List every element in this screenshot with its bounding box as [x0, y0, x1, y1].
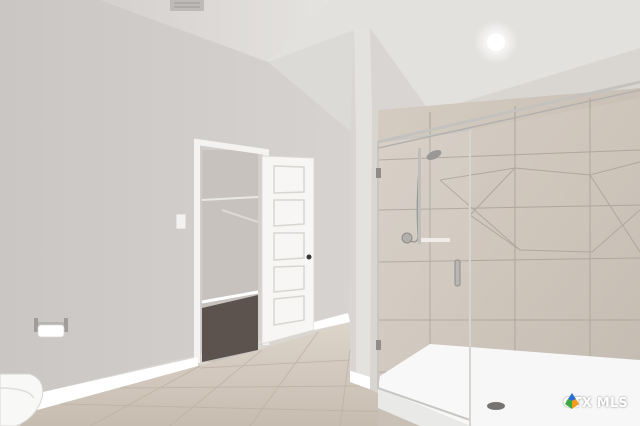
ctx-mls-logo-icon [565, 393, 580, 409]
closet-door [261, 155, 315, 345]
toilet-paper-roll [37, 324, 65, 338]
bathroom-scene [0, 0, 640, 426]
light-switch-plate [175, 213, 187, 230]
bathroom-photo: CTX MLS [0, 0, 640, 426]
door-knob [306, 254, 312, 260]
shower-door-handle [454, 259, 461, 287]
glass-shower-door [376, 80, 640, 426]
air-vent [170, 0, 204, 11]
recessed-light [487, 33, 505, 51]
ctx-mls-watermark: CTX MLS [563, 392, 628, 414]
